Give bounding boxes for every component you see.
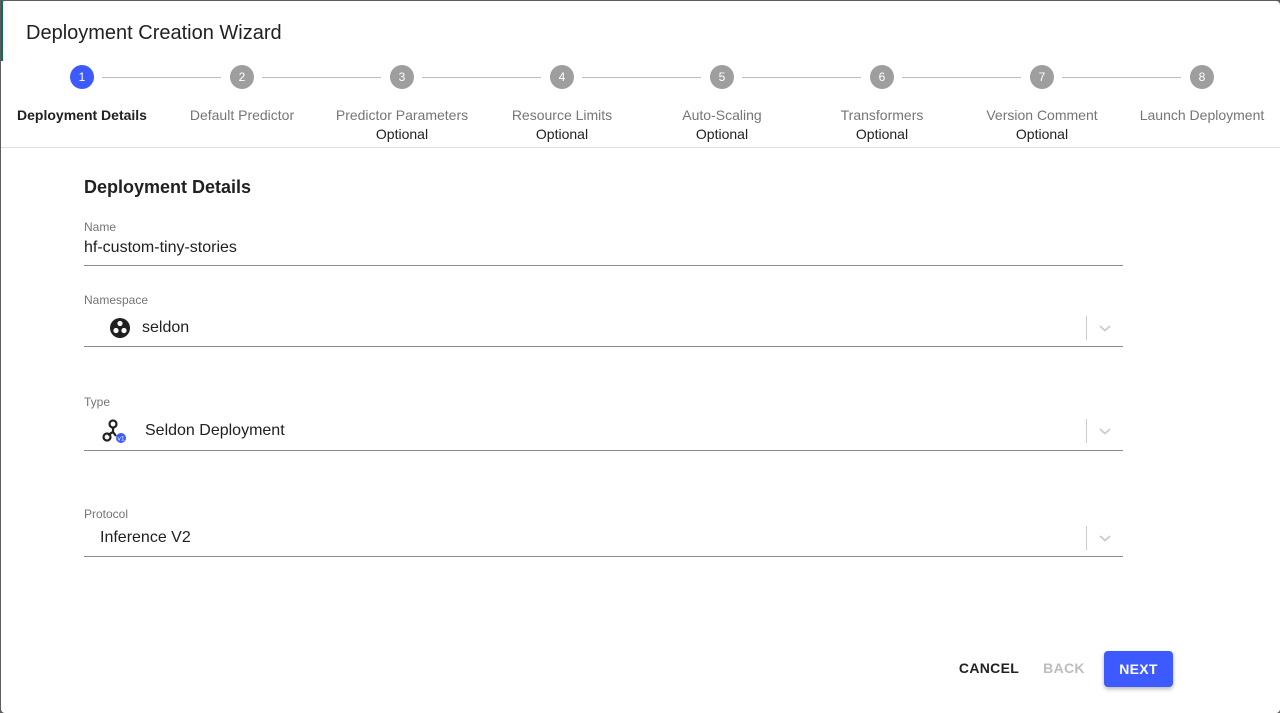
step-number: 3 xyxy=(390,65,414,89)
step-launch-deployment[interactable]: 8 Launch Deployment xyxy=(1122,65,1280,123)
svg-text:v1: v1 xyxy=(117,436,125,443)
stepper: 1 Deployment Details 2 Default Predictor… xyxy=(1,65,1280,148)
step-version-comment[interactable]: 7 Version Comment Optional xyxy=(962,65,1122,142)
step-optional-label: Optional xyxy=(375,126,429,142)
step-label: Auto-Scaling xyxy=(682,107,762,123)
chevron-down-icon[interactable] xyxy=(1097,423,1113,439)
step-deployment-details[interactable]: 1 Deployment Details xyxy=(2,65,162,123)
step-number: 6 xyxy=(870,65,894,89)
select-separator xyxy=(1086,526,1087,550)
chevron-down-icon[interactable] xyxy=(1097,320,1113,336)
name-label: Name xyxy=(84,220,117,234)
namespace-icon xyxy=(109,317,131,339)
step-transformers[interactable]: 6 Transformers Optional xyxy=(802,65,962,142)
type-label: Type xyxy=(84,395,111,409)
namespace-select[interactable]: Namespace seldon xyxy=(84,293,1123,347)
back-button[interactable]: BACK xyxy=(1031,652,1097,684)
type-value: Seldon Deployment xyxy=(145,422,285,439)
step-label: Predictor Parameters xyxy=(335,107,469,123)
step-resource-limits[interactable]: 4 Resource Limits Optional xyxy=(482,65,642,142)
step-number: 2 xyxy=(230,65,254,89)
step-label: Transformers xyxy=(840,107,924,123)
step-label: Version Comment xyxy=(986,107,1098,123)
step-label: Default Predictor xyxy=(189,107,295,123)
select-separator xyxy=(1086,316,1087,340)
namespace-value: seldon xyxy=(142,319,190,336)
section-title: Deployment Details xyxy=(84,177,252,197)
step-number: 5 xyxy=(710,65,734,89)
step-label: Resource Limits xyxy=(511,107,613,123)
step-optional-label: Optional xyxy=(1015,126,1069,142)
dialog-title: Deployment Creation Wizard xyxy=(26,22,282,44)
namespace-label: Namespace xyxy=(84,293,149,307)
name-input[interactable]: hf-custom-tiny-stories xyxy=(84,239,1123,257)
step-optional-label: Optional xyxy=(535,126,589,142)
protocol-select[interactable]: Protocol Inference V2 xyxy=(84,507,1123,557)
step-number: 1 xyxy=(70,65,94,89)
type-select[interactable]: Type v1 Seldon Deployment xyxy=(84,395,1123,451)
step-number: 7 xyxy=(1030,65,1054,89)
step-optional-label: Optional xyxy=(695,126,749,142)
step-default-predictor[interactable]: 2 Default Predictor xyxy=(162,65,322,123)
step-label: Launch Deployment xyxy=(1139,107,1265,123)
seldon-deployment-icon: v1 xyxy=(102,418,128,444)
step-label: Deployment Details xyxy=(17,107,147,123)
name-field[interactable]: Name hf-custom-tiny-stories xyxy=(84,220,1123,266)
protocol-value: Inference V2 xyxy=(100,529,191,546)
next-button[interactable]: NEXT xyxy=(1104,651,1173,687)
deployment-wizard-dialog: Deployment Creation Wizard 1 Deployment … xyxy=(1,1,1280,713)
step-number: 4 xyxy=(550,65,574,89)
step-optional-label: Optional xyxy=(855,126,909,142)
cancel-button[interactable]: CANCEL xyxy=(949,652,1029,684)
step-auto-scaling[interactable]: 5 Auto-Scaling Optional xyxy=(642,65,802,142)
step-predictor-parameters[interactable]: 3 Predictor Parameters Optional xyxy=(322,65,482,142)
left-accent xyxy=(1,1,3,61)
select-separator xyxy=(1086,419,1087,443)
chevron-down-icon[interactable] xyxy=(1097,530,1113,546)
step-number: 8 xyxy=(1190,65,1214,89)
